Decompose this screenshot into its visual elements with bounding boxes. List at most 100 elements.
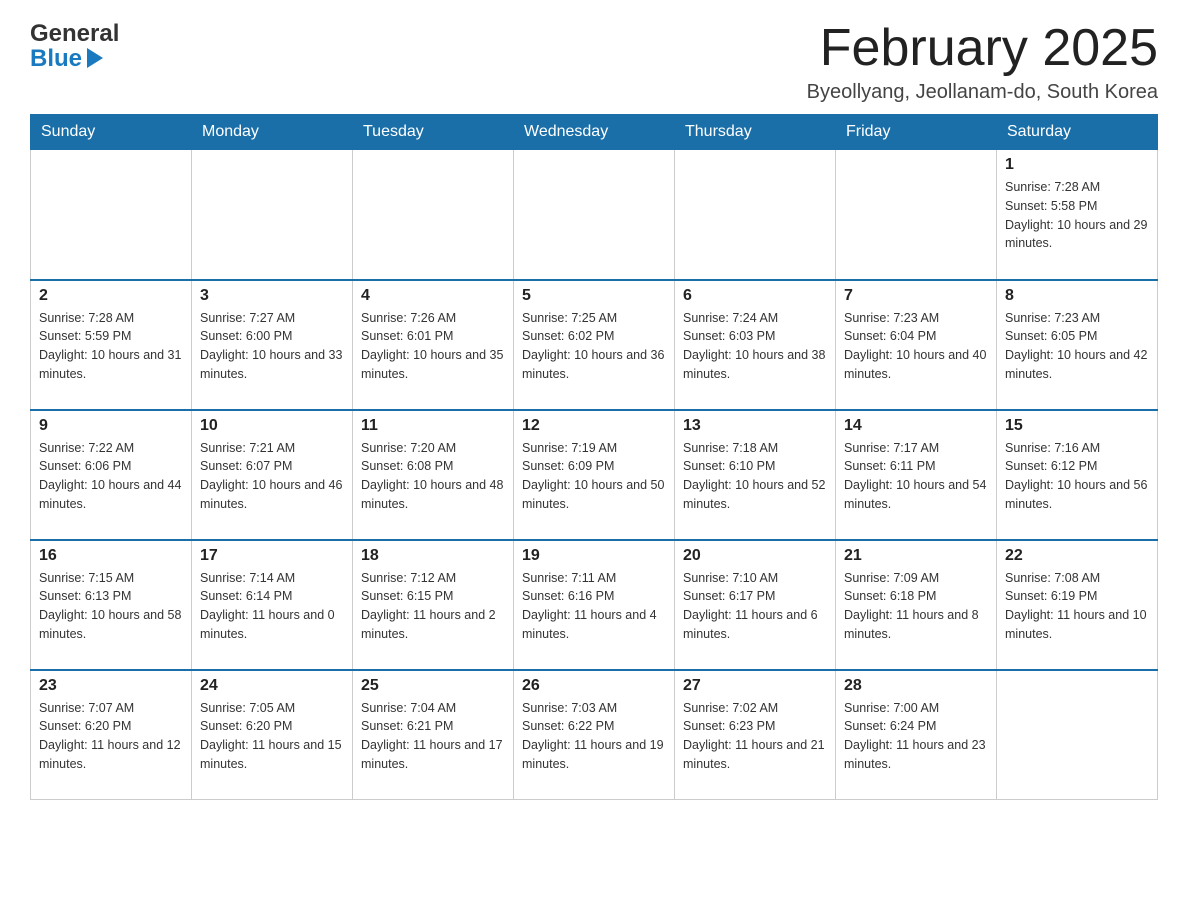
day-info: Sunrise: 7:25 AMSunset: 6:02 PMDaylight:…	[522, 309, 666, 384]
table-row	[192, 150, 353, 280]
day-number: 9	[39, 417, 183, 435]
day-number: 6	[683, 287, 827, 305]
day-info: Sunrise: 7:28 AMSunset: 5:58 PMDaylight:…	[1005, 178, 1149, 253]
calendar-week-row: 9 Sunrise: 7:22 AMSunset: 6:06 PMDaylight…	[31, 410, 1158, 540]
day-number: 16	[39, 547, 183, 565]
table-row: 18Sunrise: 7:12 AMSunset: 6:15 PMDayligh…	[353, 540, 514, 670]
day-info: Sunrise: 7:23 AMSunset: 6:04 PMDaylight:…	[844, 309, 988, 384]
logo: General Blue	[30, 20, 119, 73]
table-row	[514, 150, 675, 280]
day-info: Sunrise: 7:04 AMSunset: 6:21 PMDaylight:…	[361, 699, 505, 774]
table-row	[31, 150, 192, 280]
table-row: 16 Sunrise: 7:15 AMSunset: 6:13 PMDayligh…	[31, 540, 192, 670]
table-row	[353, 150, 514, 280]
table-row: 11 Sunrise: 7:20 AMSunset: 6:08 PMDayligh…	[353, 410, 514, 540]
day-number: 5	[522, 287, 666, 305]
day-info: Sunrise: 7:24 AMSunset: 6:03 PMDaylight:…	[683, 309, 827, 384]
table-row: 2 Sunrise: 7:28 AMSunset: 5:59 PMDaylight…	[31, 280, 192, 410]
day-info: Sunrise: 7:26 AMSunset: 6:01 PMDaylight:…	[361, 309, 505, 384]
day-number: 7	[844, 287, 988, 305]
col-monday: Monday	[192, 115, 353, 150]
day-info: Sunrise: 7:10 AMSunset: 6:17 PMDaylight:…	[683, 569, 827, 644]
table-row: 15 Sunrise: 7:16 AMSunset: 6:12 PMDayligh…	[997, 410, 1158, 540]
day-number: 20	[683, 547, 827, 565]
day-number: 12	[522, 417, 666, 435]
day-info: Sunrise: 7:17 AMSunset: 6:11 PMDaylight:…	[844, 439, 988, 514]
day-info: Sunrise: 7:14 AMSunset: 6:14 PMDaylight:…	[200, 569, 344, 644]
logo-arrow-icon	[87, 48, 103, 68]
day-info: Sunrise: 7:28 AMSunset: 5:59 PMDaylight:…	[39, 309, 183, 384]
day-number: 14	[844, 417, 988, 435]
day-info: Sunrise: 7:21 AMSunset: 6:07 PMDaylight:…	[200, 439, 344, 514]
day-info: Sunrise: 7:16 AMSunset: 6:12 PMDaylight:…	[1005, 439, 1149, 514]
day-info: Sunrise: 7:00 AMSunset: 6:24 PMDaylight:…	[844, 699, 988, 774]
day-number: 10	[200, 417, 344, 435]
day-info: Sunrise: 7:11 AMSunset: 6:16 PMDaylight:…	[522, 569, 666, 644]
day-number: 17	[200, 547, 344, 565]
table-row: 20 Sunrise: 7:10 AMSunset: 6:17 PMDayligh…	[675, 540, 836, 670]
day-number: 15	[1005, 417, 1149, 435]
table-row: 23 Sunrise: 7:07 AMSunset: 6:20 PMDayligh…	[31, 670, 192, 800]
day-number: 22	[1005, 547, 1149, 565]
col-friday: Friday	[836, 115, 997, 150]
table-row	[675, 150, 836, 280]
day-info: Sunrise: 7:19 AMSunset: 6:09 PMDaylight:…	[522, 439, 666, 514]
location-title: Byeollyang, Jeollanam-do, South Korea	[807, 81, 1158, 104]
day-number: 13	[683, 417, 827, 435]
table-row: 28Sunrise: 7:00 AMSunset: 6:24 PMDayligh…	[836, 670, 997, 800]
month-title: February 2025	[807, 20, 1158, 77]
day-number: 4	[361, 287, 505, 305]
day-info: Sunrise: 7:05 AMSunset: 6:20 PMDaylight:…	[200, 699, 344, 774]
page-header: General Blue February 2025 Byeollyang, J…	[30, 20, 1158, 104]
table-row: 8 Sunrise: 7:23 AMSunset: 6:05 PMDaylight…	[997, 280, 1158, 410]
calendar-header-row: Sunday Monday Tuesday Wednesday Thursday…	[31, 115, 1158, 150]
col-tuesday: Tuesday	[353, 115, 514, 150]
table-row: 22 Sunrise: 7:08 AMSunset: 6:19 PMDayligh…	[997, 540, 1158, 670]
col-thursday: Thursday	[675, 115, 836, 150]
day-info: Sunrise: 7:08 AMSunset: 6:19 PMDaylight:…	[1005, 569, 1149, 644]
col-wednesday: Wednesday	[514, 115, 675, 150]
day-number: 3	[200, 287, 344, 305]
table-row: 4 Sunrise: 7:26 AMSunset: 6:01 PMDaylight…	[353, 280, 514, 410]
day-info: Sunrise: 7:23 AMSunset: 6:05 PMDaylight:…	[1005, 309, 1149, 384]
day-number: 21	[844, 547, 988, 565]
table-row: 17 Sunrise: 7:14 AMSunset: 6:14 PMDayligh…	[192, 540, 353, 670]
table-row: 19Sunrise: 7:11 AMSunset: 6:16 PMDayligh…	[514, 540, 675, 670]
day-info: Sunrise: 7:20 AMSunset: 6:08 PMDaylight:…	[361, 439, 505, 514]
day-info: Sunrise: 7:27 AMSunset: 6:00 PMDaylight:…	[200, 309, 344, 384]
day-info: Sunrise: 7:22 AMSunset: 6:06 PMDaylight:…	[39, 439, 183, 514]
table-row: 9 Sunrise: 7:22 AMSunset: 6:06 PMDaylight…	[31, 410, 192, 540]
day-number: 25	[361, 677, 505, 695]
calendar-week-row: 23 Sunrise: 7:07 AMSunset: 6:20 PMDayligh…	[31, 670, 1158, 800]
day-number: 27	[683, 677, 827, 695]
table-row: 6 Sunrise: 7:24 AMSunset: 6:03 PMDaylight…	[675, 280, 836, 410]
day-info: Sunrise: 7:12 AMSunset: 6:15 PMDaylight:…	[361, 569, 505, 644]
day-info: Sunrise: 7:09 AMSunset: 6:18 PMDaylight:…	[844, 569, 988, 644]
day-number: 2	[39, 287, 183, 305]
calendar-table: Sunday Monday Tuesday Wednesday Thursday…	[30, 114, 1158, 800]
table-row	[836, 150, 997, 280]
table-row: 3 Sunrise: 7:27 AMSunset: 6:00 PMDaylight…	[192, 280, 353, 410]
day-number: 23	[39, 677, 183, 695]
table-row: 7 Sunrise: 7:23 AMSunset: 6:04 PMDaylight…	[836, 280, 997, 410]
calendar-week-row: 16 Sunrise: 7:15 AMSunset: 6:13 PMDayligh…	[31, 540, 1158, 670]
col-sunday: Sunday	[31, 115, 192, 150]
table-row: 12 Sunrise: 7:19 AMSunset: 6:09 PMDayligh…	[514, 410, 675, 540]
table-row	[997, 670, 1158, 800]
table-row: 10 Sunrise: 7:21 AMSunset: 6:07 PMDayligh…	[192, 410, 353, 540]
calendar-week-row: 2 Sunrise: 7:28 AMSunset: 5:59 PMDaylight…	[31, 280, 1158, 410]
day-info: Sunrise: 7:03 AMSunset: 6:22 PMDaylight:…	[522, 699, 666, 774]
day-number: 11	[361, 417, 505, 435]
day-info: Sunrise: 7:18 AMSunset: 6:10 PMDaylight:…	[683, 439, 827, 514]
col-saturday: Saturday	[997, 115, 1158, 150]
table-row: 13 Sunrise: 7:18 AMSunset: 6:10 PMDayligh…	[675, 410, 836, 540]
day-info: Sunrise: 7:07 AMSunset: 6:20 PMDaylight:…	[39, 699, 183, 774]
table-row: 25 Sunrise: 7:04 AMSunset: 6:21 PMDayligh…	[353, 670, 514, 800]
logo-blue: Blue	[30, 45, 82, 73]
day-number: 26	[522, 677, 666, 695]
table-row: 26 Sunrise: 7:03 AMSunset: 6:22 PMDayligh…	[514, 670, 675, 800]
day-info: Sunrise: 7:15 AMSunset: 6:13 PMDaylight:…	[39, 569, 183, 644]
table-row: 21 Sunrise: 7:09 AMSunset: 6:18 PMDayligh…	[836, 540, 997, 670]
day-number: 1	[1005, 156, 1149, 174]
day-number: 8	[1005, 287, 1149, 305]
